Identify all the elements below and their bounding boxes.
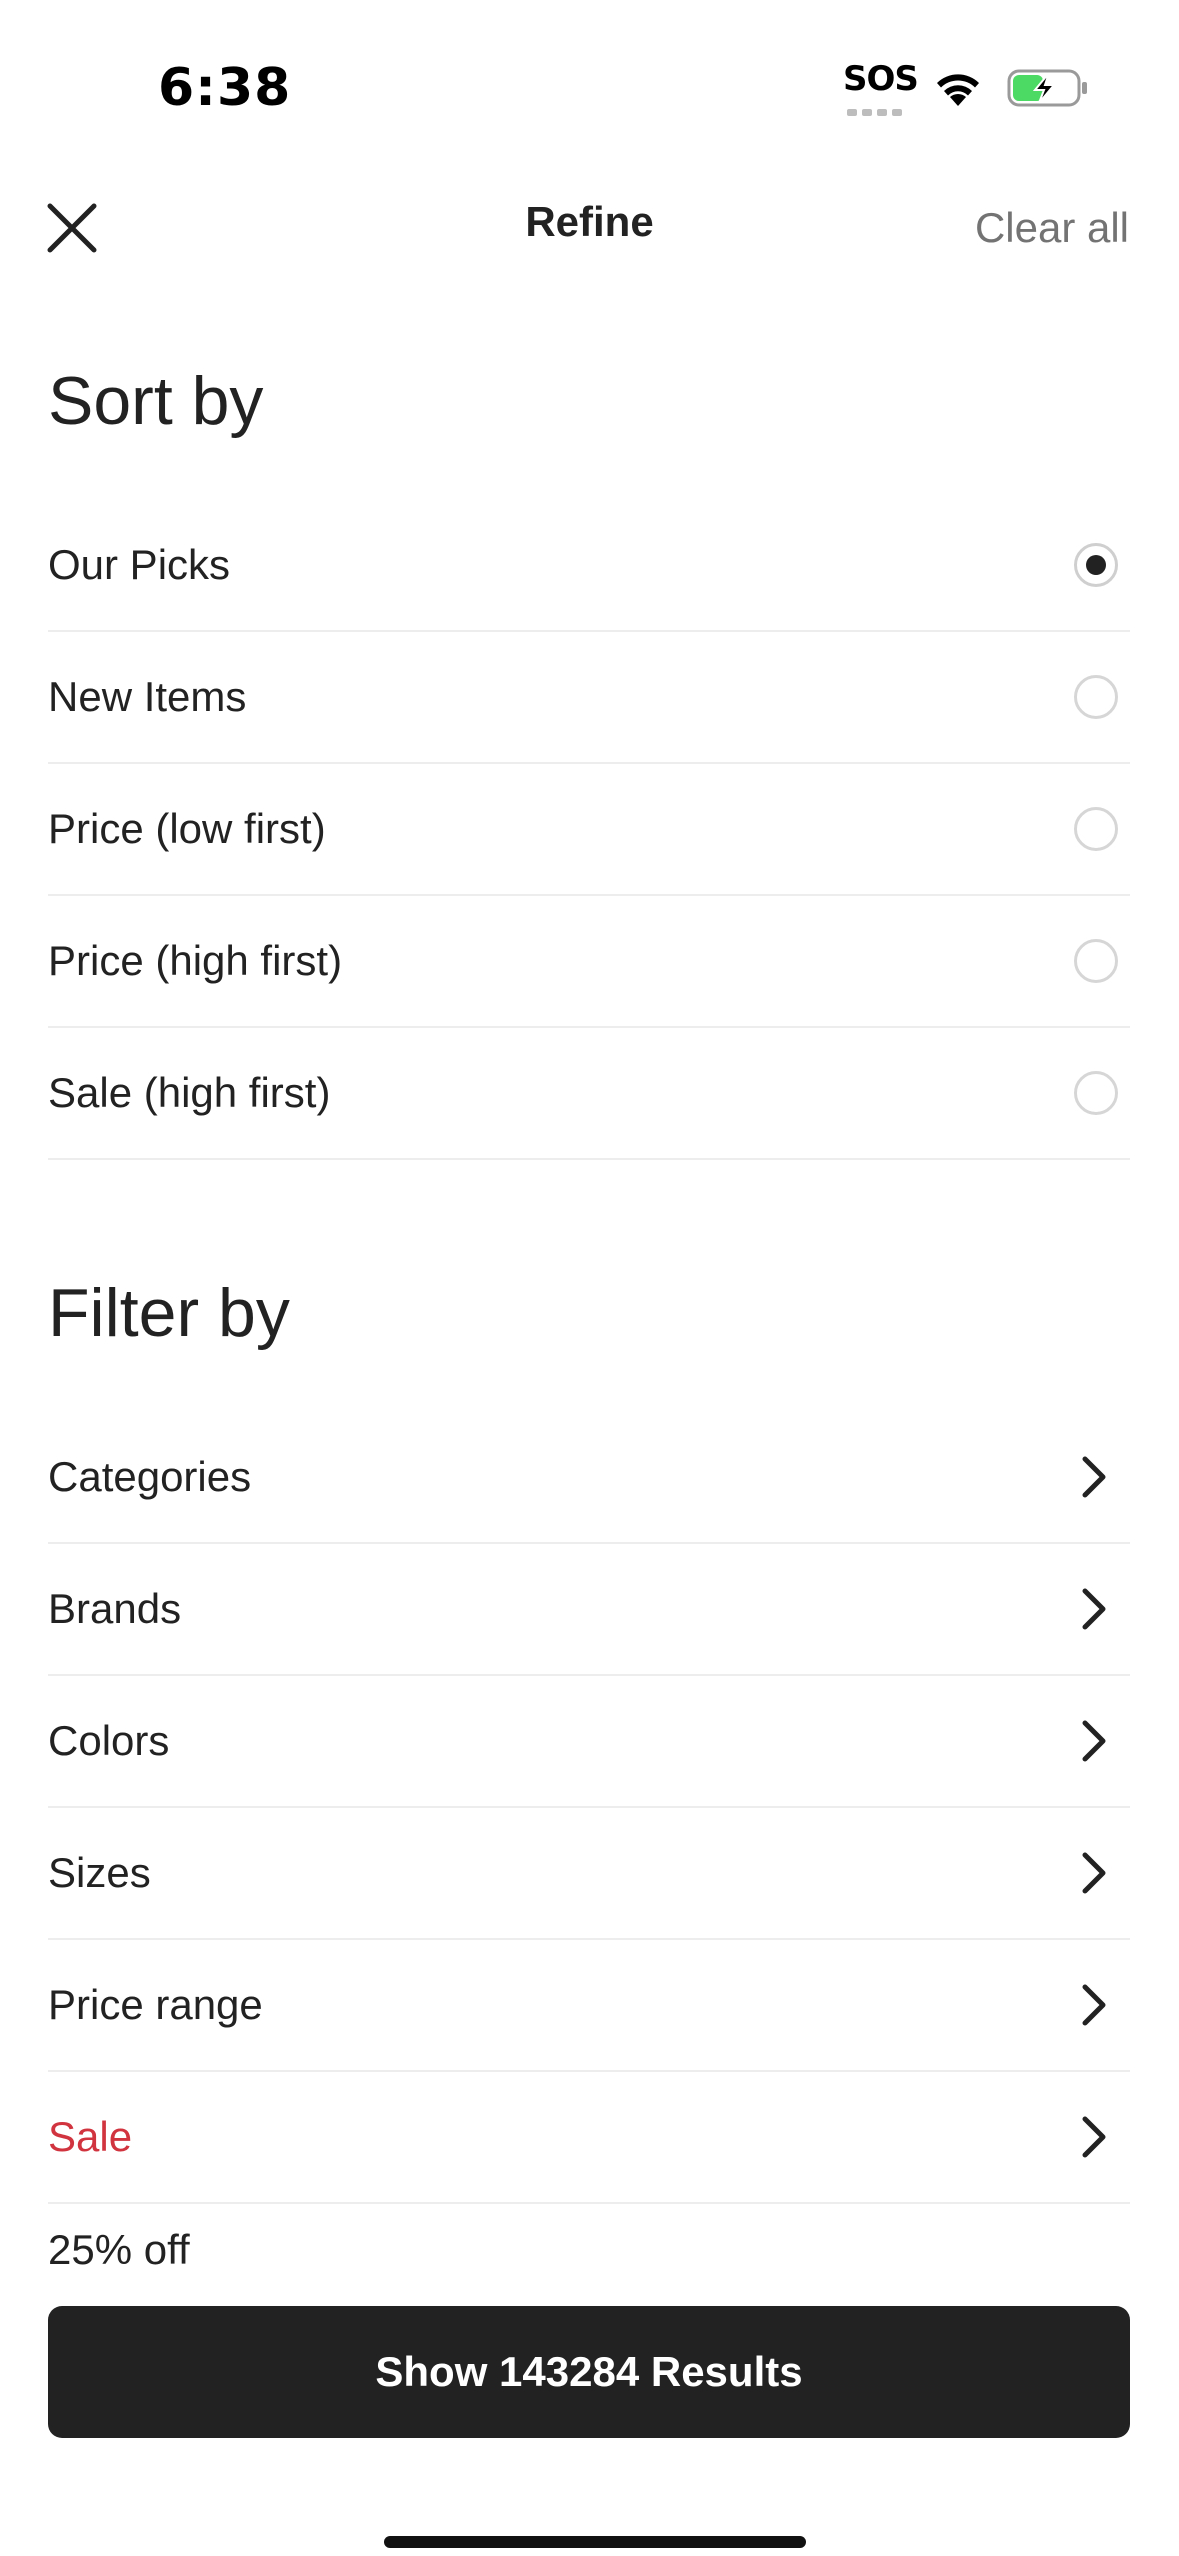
filter-item-sizes[interactable]: Sizes xyxy=(48,1808,1130,1940)
clear-all-button[interactable]: Clear all xyxy=(975,204,1129,252)
chevron-right-icon xyxy=(1072,1587,1116,1631)
filter-by-heading: Filter by xyxy=(48,1275,290,1351)
radio-icon[interactable] xyxy=(1074,1071,1118,1115)
filter-item-sale[interactable]: Sale xyxy=(48,2072,1130,2204)
radio-icon[interactable] xyxy=(1074,939,1118,983)
status-time: 6:38 xyxy=(158,58,292,118)
radio-icon[interactable] xyxy=(1074,675,1118,719)
home-indicator xyxy=(384,2536,806,2548)
sort-option-our-picks[interactable]: Our Picks xyxy=(48,500,1130,632)
chevron-right-icon xyxy=(1072,1983,1116,2027)
filter-item-label: Sale xyxy=(48,2113,133,2160)
battery-charging-icon xyxy=(1007,69,1087,107)
filter-item-brands[interactable]: Brands xyxy=(48,1544,1130,1676)
sort-options-list: Our Picks New Items Price (low first) Pr… xyxy=(48,500,1130,1160)
filter-item-label: Brands xyxy=(48,1585,182,1632)
filter-item-label: Price range xyxy=(48,1981,263,2028)
sort-option-label: Price (high first) xyxy=(48,937,343,984)
radio-selected-icon[interactable] xyxy=(1074,543,1118,587)
sort-option-price-low[interactable]: Price (low first) xyxy=(48,764,1130,896)
sort-option-sale-high[interactable]: Sale (high first) xyxy=(48,1028,1130,1160)
refine-screen: 6:38 SOS Refine Clear all Sort by Our Pi… xyxy=(0,0,1179,2556)
status-icons: SOS xyxy=(843,60,1089,116)
chevron-right-icon xyxy=(1072,1455,1116,1499)
status-bar: 6:38 SOS xyxy=(0,0,1179,150)
chevron-right-icon xyxy=(1072,2115,1116,2159)
chevron-right-icon xyxy=(1072,1851,1116,1895)
filter-list: Categories Brands Colors Sizes Price ran… xyxy=(48,1412,1130,2204)
filter-item-colors[interactable]: Colors xyxy=(48,1676,1130,1808)
filter-item-label: Sizes xyxy=(48,1849,151,1896)
sort-option-label: Price (low first) xyxy=(48,805,326,852)
filter-item-label: Categories xyxy=(48,1453,252,1500)
sort-by-heading: Sort by xyxy=(48,363,264,439)
radio-icon[interactable] xyxy=(1074,807,1118,851)
filter-item-25-off[interactable]: 25% off xyxy=(48,2226,190,2274)
sort-option-new-items[interactable]: New Items xyxy=(48,632,1130,764)
filter-item-label: Colors xyxy=(48,1717,170,1764)
filter-item-categories[interactable]: Categories xyxy=(48,1412,1130,1544)
sort-option-price-high[interactable]: Price (high first) xyxy=(48,896,1130,1028)
signal-dots xyxy=(847,109,902,116)
sort-option-label: New Items xyxy=(48,673,247,720)
filter-item-price-range[interactable]: Price range xyxy=(48,1940,1130,2072)
header: Refine Clear all xyxy=(0,170,1179,280)
show-results-button[interactable]: Show 143284 Results xyxy=(48,2306,1130,2438)
sort-option-label: Sale (high first) xyxy=(48,1069,331,1116)
sort-option-label: Our Picks xyxy=(48,541,231,588)
wifi-icon xyxy=(937,74,979,106)
chevron-right-icon xyxy=(1072,1719,1116,1763)
sos-label: SOS xyxy=(843,59,919,99)
sos-indicator: SOS xyxy=(843,59,919,116)
